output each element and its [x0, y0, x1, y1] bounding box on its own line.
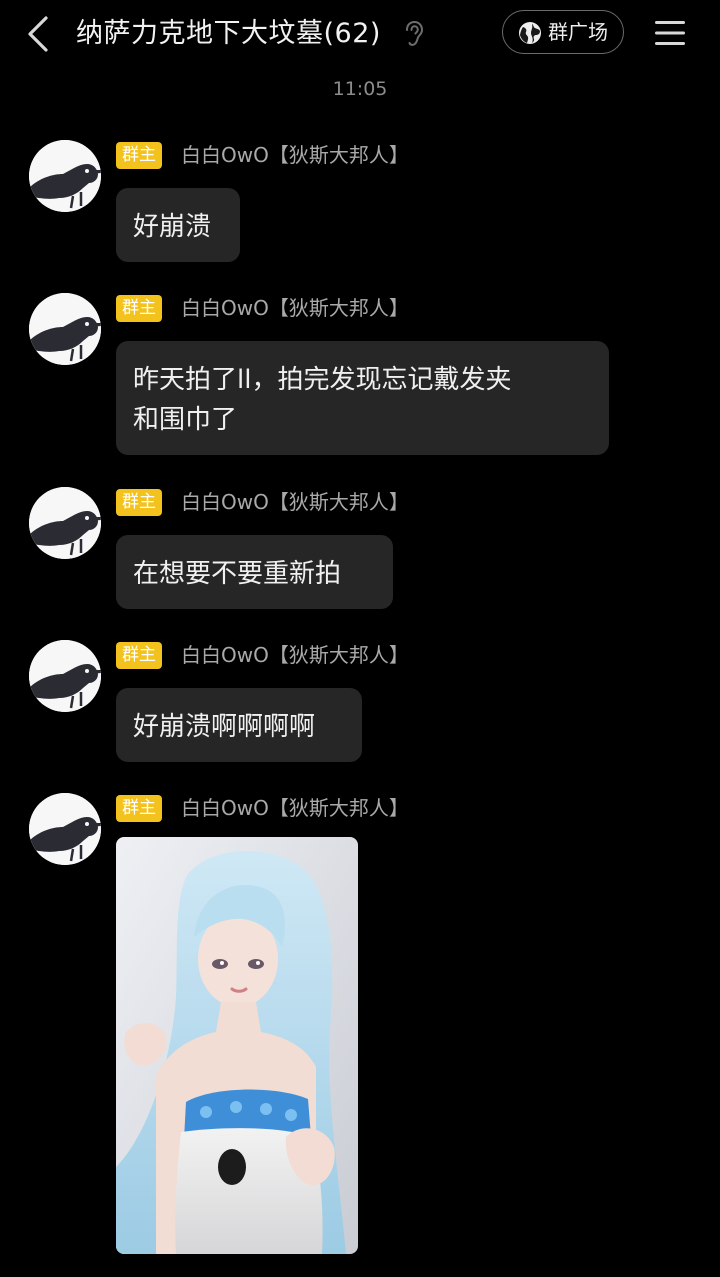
- group-owner-badge: 群主: [116, 642, 162, 669]
- avatar[interactable]: [29, 640, 101, 712]
- avatar[interactable]: [29, 140, 101, 212]
- raven-avatar-icon: [29, 793, 101, 865]
- group-owner-badge: 群主: [116, 489, 162, 516]
- chat-title[interactable]: 纳萨力克地下大坟墓(62): [76, 14, 381, 54]
- globe-icon: [519, 22, 541, 44]
- message-bubble[interactable]: 昨天拍了ll，拍完发现忘记戴发夹 和围巾了: [116, 341, 609, 455]
- sender-name[interactable]: 白白OwO【狄斯大邦人】: [181, 293, 409, 324]
- raven-avatar-icon: [29, 140, 101, 212]
- group-square-button[interactable]: 群广场: [502, 10, 624, 54]
- menu-button[interactable]: [654, 18, 686, 48]
- raven-avatar-icon: [29, 640, 101, 712]
- avatar[interactable]: [29, 293, 101, 365]
- sender-name[interactable]: 白白OwO【狄斯大邦人】: [181, 793, 409, 824]
- cosplay-photo-image: [116, 837, 358, 1254]
- group-owner-badge: 群主: [116, 142, 162, 169]
- message-item: 群主 白白OwO【狄斯大邦人】 好崩溃: [0, 140, 720, 262]
- raven-avatar-icon: [29, 293, 101, 365]
- photo-message[interactable]: [116, 837, 358, 1254]
- sender-name[interactable]: 白白OwO【狄斯大邦人】: [181, 640, 409, 671]
- group-square-label: 群广场: [548, 20, 608, 44]
- raven-avatar-icon: [29, 487, 101, 559]
- message-bubble[interactable]: 好崩溃啊啊啊啊: [116, 688, 362, 762]
- message-item: 群主 白白OwO【狄斯大邦人】 昨天拍了ll，拍完发现忘记戴发夹 和围巾了: [0, 293, 720, 455]
- avatar[interactable]: [29, 793, 101, 865]
- message-timestamp: 11:05: [332, 78, 388, 100]
- ear-icon: [406, 20, 424, 46]
- group-owner-badge: 群主: [116, 795, 162, 822]
- chat-header: 纳萨力克地下大坟墓(62) 群广场: [0, 0, 720, 68]
- group-owner-badge: 群主: [116, 295, 162, 322]
- chevron-left-icon: [28, 16, 48, 52]
- message-item: 群主 白白OwO【狄斯大邦人】: [0, 793, 720, 1255]
- hamburger-menu-icon: [655, 21, 685, 45]
- message-item: 群主 白白OwO【狄斯大邦人】 好崩溃啊啊啊啊: [0, 640, 720, 762]
- message-item: 群主 白白OwO【狄斯大邦人】 在想要不要重新拍: [0, 487, 720, 609]
- message-bubble[interactable]: 好崩溃: [116, 188, 240, 262]
- sender-name[interactable]: 白白OwO【狄斯大邦人】: [181, 140, 409, 171]
- back-button[interactable]: [22, 12, 58, 56]
- avatar[interactable]: [29, 487, 101, 559]
- message-bubble[interactable]: 在想要不要重新拍: [116, 535, 393, 609]
- sender-name[interactable]: 白白OwO【狄斯大邦人】: [181, 487, 409, 518]
